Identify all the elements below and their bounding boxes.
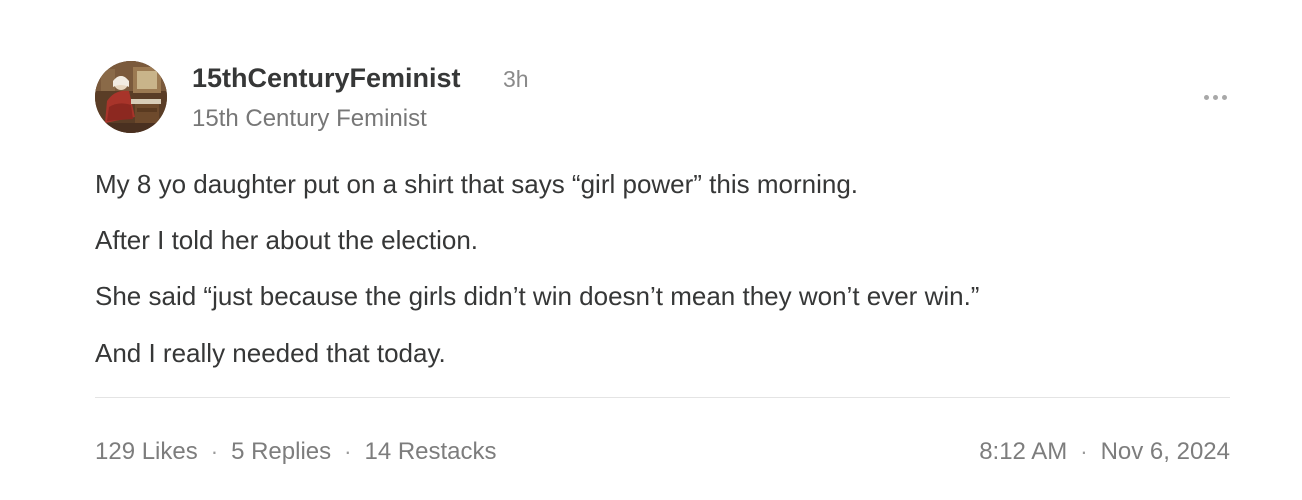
medieval-painting-avatar <box>95 61 167 133</box>
post-stats: 129 Likes · 5 Replies · 14 Restacks <box>95 436 497 468</box>
ellipsis-icon <box>1203 94 1209 100</box>
post-paragraph: My 8 yo daughter put on a shirt that say… <box>95 169 859 199</box>
post-timestamp[interactable]: 8:12 AM · Nov 6, 2024 <box>979 436 1230 468</box>
replies-count[interactable]: 5 Replies <box>231 436 331 468</box>
more-options-button[interactable] <box>1196 84 1234 110</box>
post-time: 8:12 AM <box>979 438 1068 465</box>
likes-count[interactable]: 129 Likes <box>95 436 198 468</box>
separator-dot: · <box>210 439 219 464</box>
author-avatar[interactable] <box>95 61 167 133</box>
divider <box>95 397 1230 398</box>
post-paragraph: She said “just because the girls didn’t … <box>95 281 980 311</box>
post-date: Nov 6, 2024 <box>1100 438 1230 465</box>
ellipsis-icon <box>1221 94 1227 100</box>
post-paragraph: After I told her about the election. <box>95 225 479 255</box>
separator-dot: · <box>344 439 352 464</box>
post-age[interactable]: 3h <box>503 64 529 94</box>
separator-dot: · <box>1080 439 1088 464</box>
restacks-count[interactable]: 14 Restacks <box>364 436 496 468</box>
author-handle[interactable]: 15thCenturyFeminist <box>192 61 461 95</box>
post-paragraph: And I really needed that today. <box>95 338 446 368</box>
note-post: 15thCenturyFeminist 3h 15th Century Femi… <box>0 0 1302 500</box>
ellipsis-icon <box>1212 94 1218 100</box>
author-display-name[interactable]: 15th Century Feminist <box>192 103 427 135</box>
